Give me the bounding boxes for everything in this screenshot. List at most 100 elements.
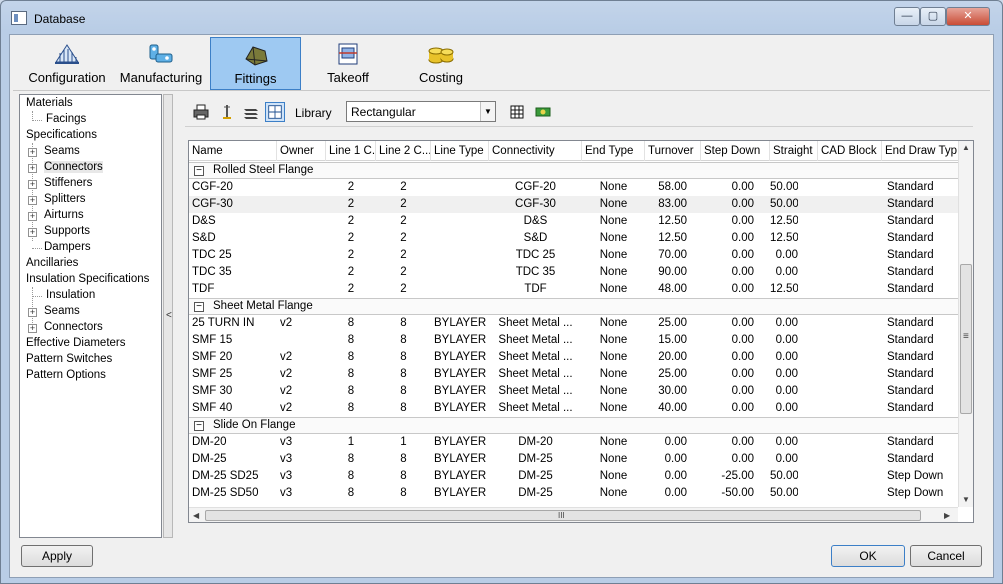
- expand-icon[interactable]: +: [28, 308, 37, 317]
- expand-icon[interactable]: +: [28, 228, 37, 237]
- cell-step-down: 0.00: [731, 351, 754, 363]
- expand-icon[interactable]: +: [28, 196, 37, 205]
- tree-item-specifications[interactable]: Specifications: [26, 129, 97, 141]
- tree-item-dampers[interactable]: Dampers: [44, 241, 91, 253]
- table-row[interactable]: SMF 15 8 8 BYLAYER Sheet Metal ... None 15.00 0…: [189, 332, 959, 349]
- table-row[interactable]: DM-25 v3 8 8 BYLAYER DM-25 None 0.00 0.00 0.00 Sta…: [189, 451, 959, 468]
- group-row[interactable]: − Slide On Flange: [189, 417, 959, 434]
- ribbon-manufacturing[interactable]: Manufacturing: [117, 37, 205, 90]
- table-row[interactable]: S&D 2 2 S&D None 12.50 0.00 12.50 Standard: [189, 230, 959, 247]
- collapse-icon[interactable]: −: [194, 302, 204, 312]
- export-icon[interactable]: [533, 102, 553, 122]
- column-header-line-type[interactable]: Line Type: [431, 141, 489, 161]
- cell-end-draw-type: Standard: [887, 453, 934, 465]
- maximize-button[interactable]: ▢: [920, 7, 946, 26]
- cell-owner: [280, 281, 326, 298]
- ribbon-takeoff[interactable]: Takeoff: [311, 37, 385, 90]
- expand-icon[interactable]: +: [28, 180, 37, 189]
- cell-owner: v3: [280, 453, 293, 465]
- column-header-line1[interactable]: Line 1 C...: [326, 141, 376, 161]
- column-header-straight[interactable]: Straight: [770, 141, 818, 161]
- library-grid-icon[interactable]: [265, 102, 285, 122]
- table-row[interactable]: DM-25 SD50 v3 8 8 BYLAYER DM-25 None 0.00 -50.00…: [189, 485, 959, 502]
- tree-item-insulation-specifications[interactable]: Insulation Specifications: [26, 273, 149, 285]
- group-row[interactable]: − Sheet Metal Flange: [189, 298, 959, 315]
- horizontal-scroll-thumb[interactable]: III: [205, 510, 921, 521]
- tree-item-pattern-options[interactable]: Pattern Options: [26, 369, 106, 381]
- grid-horizontal-scrollbar[interactable]: ◀ III ▶: [189, 507, 958, 522]
- tree-item-effective-diameters[interactable]: Effective Diameters: [26, 337, 126, 349]
- scroll-up-arrow-icon[interactable]: ▲: [962, 143, 970, 152]
- collapse-icon[interactable]: −: [194, 166, 204, 176]
- vertical-scroll-thumb[interactable]: ≡: [960, 264, 972, 414]
- tree-item-insulation-connectors[interactable]: Connectors: [44, 321, 103, 333]
- column-header-owner[interactable]: Owner: [277, 141, 326, 161]
- tree-item-splitters[interactable]: Splitters: [44, 193, 86, 205]
- column-header-cad-block[interactable]: CAD Block: [818, 141, 882, 161]
- collapse-pane-arrow[interactable]: <: [166, 310, 172, 321]
- layers-icon[interactable]: [241, 102, 261, 122]
- minimize-button[interactable]: —: [894, 7, 920, 26]
- ribbon-fittings[interactable]: Fittings: [210, 37, 301, 90]
- scroll-left-arrow-icon[interactable]: ◀: [193, 511, 199, 520]
- table-row[interactable]: SMF 40 v2 8 8 BYLAYER Sheet Metal ... None 40.0…: [189, 400, 959, 417]
- table-row[interactable]: DM-20 v3 1 1 BYLAYER DM-20 None 0.00 0.00 0.00 Sta…: [189, 434, 959, 451]
- properties-icon[interactable]: [217, 102, 237, 122]
- column-header-end-draw-type[interactable]: End Draw Typ: [882, 141, 959, 161]
- print-icon[interactable]: [191, 102, 211, 122]
- tree-item-facings[interactable]: Facings: [46, 113, 86, 125]
- dropdown-arrow-icon[interactable]: ▼: [480, 102, 495, 121]
- column-header-step-down[interactable]: Step Down: [701, 141, 770, 161]
- group-row[interactable]: − Rolled Steel Flange: [189, 162, 959, 179]
- scroll-right-arrow-icon[interactable]: ▶: [944, 511, 950, 520]
- collapse-icon[interactable]: −: [194, 421, 204, 431]
- table-row[interactable]: CGF-20 2 2 CGF-20 None 58.00 0.00 50.00 Standard: [189, 179, 959, 196]
- tree-item-connectors[interactable]: Connectors: [44, 161, 103, 173]
- library-dropdown[interactable]: Rectangular ▼: [346, 101, 496, 122]
- tree-item-airturns[interactable]: Airturns: [44, 209, 84, 221]
- tree-item-stiffeners[interactable]: Stiffeners: [44, 177, 92, 189]
- dropdown-value: Rectangular: [351, 105, 416, 119]
- close-button[interactable]: ✕: [946, 7, 990, 26]
- ok-button[interactable]: OK: [831, 545, 905, 567]
- cell-cad-block: [821, 281, 882, 298]
- column-header-name[interactable]: Name: [189, 141, 277, 161]
- table-row[interactable]: SMF 25 v2 8 8 BYLAYER Sheet Metal ... None 25.0…: [189, 366, 959, 383]
- tree-item-pattern-switches[interactable]: Pattern Switches: [26, 353, 112, 365]
- table-row[interactable]: 25 TURN IN v2 8 8 BYLAYER Sheet Metal ... None…: [189, 315, 959, 332]
- column-header-line2[interactable]: Line 2 C...: [376, 141, 431, 161]
- expand-icon[interactable]: +: [28, 164, 37, 173]
- table-row[interactable]: DM-25 SD25 v3 8 8 BYLAYER DM-25 None 0.00 -25.00…: [189, 468, 959, 485]
- cell-end-draw-type: Standard: [887, 351, 934, 363]
- cell-end-draw-type: Standard: [887, 402, 934, 414]
- table-icon[interactable]: [507, 102, 527, 122]
- tree-item-insulation-seams[interactable]: Seams: [44, 305, 80, 317]
- table-row[interactable]: TDC 25 2 2 TDC 25 None 70.00 0.00 0.00 Standard: [189, 247, 959, 264]
- cell-end-type: None: [599, 436, 628, 448]
- tree-item-ancillaries[interactable]: Ancillaries: [26, 257, 78, 269]
- cell-owner: [280, 213, 326, 230]
- column-header-turnover[interactable]: Turnover: [645, 141, 701, 161]
- table-row[interactable]: TDF 2 2 TDF None 48.00 0.00 12.50 Standard: [189, 281, 959, 298]
- scroll-down-arrow-icon[interactable]: ▼: [962, 495, 970, 504]
- tree-item-seams[interactable]: Seams: [44, 145, 80, 157]
- table-row[interactable]: SMF 20 v2 8 8 BYLAYER Sheet Metal ... None 20.0…: [189, 349, 959, 366]
- expand-icon[interactable]: +: [28, 212, 37, 221]
- tree-item-supports[interactable]: Supports: [44, 225, 90, 237]
- ribbon-costing[interactable]: Costing: [405, 37, 477, 90]
- group-label: Rolled Steel Flange: [213, 164, 314, 176]
- table-row[interactable]: CGF-30 2 2 CGF-30 None 83.00 0.00 50.00 Standard: [189, 196, 959, 213]
- expand-icon[interactable]: +: [28, 324, 37, 333]
- column-header-connectivity[interactable]: Connectivity: [489, 141, 582, 161]
- ribbon-configuration[interactable]: Configuration: [27, 37, 107, 90]
- grid-vertical-scrollbar[interactable]: ▲ ≡ ▼: [958, 141, 973, 507]
- expand-icon[interactable]: +: [28, 148, 37, 157]
- cancel-button[interactable]: Cancel: [910, 545, 982, 567]
- tree-item-insulation[interactable]: Insulation: [46, 289, 95, 301]
- tree-item-materials[interactable]: Materials: [26, 97, 73, 109]
- table-row[interactable]: SMF 30 v2 8 8 BYLAYER Sheet Metal ... None 30.0…: [189, 383, 959, 400]
- table-row[interactable]: D&S 2 2 D&S None 12.50 0.00 12.50 Standard: [189, 213, 959, 230]
- column-header-end-type[interactable]: End Type: [582, 141, 645, 161]
- apply-button[interactable]: Apply: [21, 545, 93, 567]
- table-row[interactable]: TDC 35 2 2 TDC 35 None 90.00 0.00 0.00 Standard: [189, 264, 959, 281]
